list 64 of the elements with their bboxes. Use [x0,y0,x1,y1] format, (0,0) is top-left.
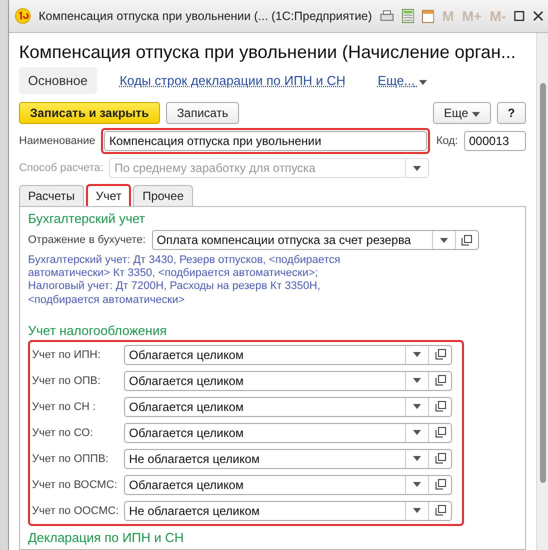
dropdown-field[interactable]: Облагается целиком [124,396,452,417]
app-logo-icon [15,7,31,25]
printer-icon[interactable] [380,9,394,23]
section-heading: Бухгалтерский учет [28,211,146,226]
open-icon [461,234,472,246]
open-icon [434,505,446,516]
dropdown-field[interactable]: Облагается целиком [124,474,452,495]
open-icon [434,375,446,386]
calc-method-label: Способ расчета: [19,162,104,174]
code-label: Код: [436,135,458,147]
tab[interactable]: Прочее [133,185,193,206]
save-and-close-button[interactable]: Записать и закрыть [19,102,160,124]
close-icon[interactable] [532,10,543,22]
name-field[interactable]: Компенсация отпуска при увольнении [101,128,430,154]
window-title: Компенсация отпуска при увольнении (... (1С:Предприятие) [38,9,372,23]
help-button[interactable]: ? [496,102,526,124]
tab[interactable]: Расчеты [19,185,84,206]
field-label: Отражение в бухучете: [28,234,146,246]
code-field[interactable]: 000013 [464,131,526,151]
save-button[interactable]: Записать [166,102,240,124]
section-heading: Учет налогообложения [28,322,168,338]
dropdown-caret-icon [413,166,422,170]
section-heading: Декларация по ИПН и СН [28,530,185,545]
dropdown-caret-icon [413,404,421,410]
maximize-icon[interactable] [514,10,525,22]
field-label: Учет по ОППВ: [32,452,110,465]
nav-link[interactable]: Коды строк декларации по ИПН и СН [110,67,355,94]
posting-description: Налоговый учет: Дт 7200Н, Расходы на резерв Кт 3350Н, <подбирается автоматически> [28,280,322,307]
dropdown-caret-icon [413,378,421,384]
dropdown-field[interactable]: Облагается целиком [124,370,452,391]
field-label: Учет по ОПВ: [32,374,102,387]
dropdown-caret-icon [413,430,421,436]
dropdown-field[interactable]: Оплата компенсации отпуска за счет резерва [152,230,479,250]
open-icon [434,427,446,438]
field-label: Учет по СО: [32,426,94,439]
open-icon [434,479,446,490]
calculator-icon[interactable] [402,8,414,24]
field-label: Учет по ООСМС: [32,504,118,517]
posting-description: Бухгалтерский учет: Дт 3430, Резерв отпусков, <подбирается автоматически> Кт 3350, <подбирается автоматически>; [28,254,342,280]
name-label: Наименование [19,135,96,147]
open-icon [434,401,446,412]
dropdown-caret-icon [418,80,426,85]
form-title: Компенсация отпуска при увольнении (Начисление орган... [19,41,516,63]
more-menu-link[interactable]: Еще... [368,67,436,94]
dropdown-caret-icon [413,482,421,488]
nav-link[interactable]: Основное [19,67,97,94]
field-label: Учет по ВОСМС: [32,478,118,491]
dropdown-field[interactable]: Облагается целиком [124,422,452,443]
dropdown-field[interactable]: Не облагается целиком [124,500,452,521]
dropdown-caret-icon [472,112,480,117]
dropdown-caret-icon [413,352,421,358]
dropdown-caret-icon [413,508,421,514]
dropdown-field[interactable]: Облагается целиком [124,344,452,365]
dropdown-caret-icon [440,238,448,242]
open-icon [434,453,446,464]
field-label: Учет по СН : [32,400,97,413]
calendar-icon[interactable] [422,8,434,24]
scrollbar[interactable] [536,33,548,550]
field-label: Учет по ИПН: [32,348,102,361]
more-button[interactable]: Еще [432,102,491,124]
tab[interactable]: Учет [86,184,132,206]
dropdown-caret-icon [413,456,421,462]
open-icon [434,349,446,360]
dropdown-field[interactable]: Не облагается целиком [124,448,452,469]
